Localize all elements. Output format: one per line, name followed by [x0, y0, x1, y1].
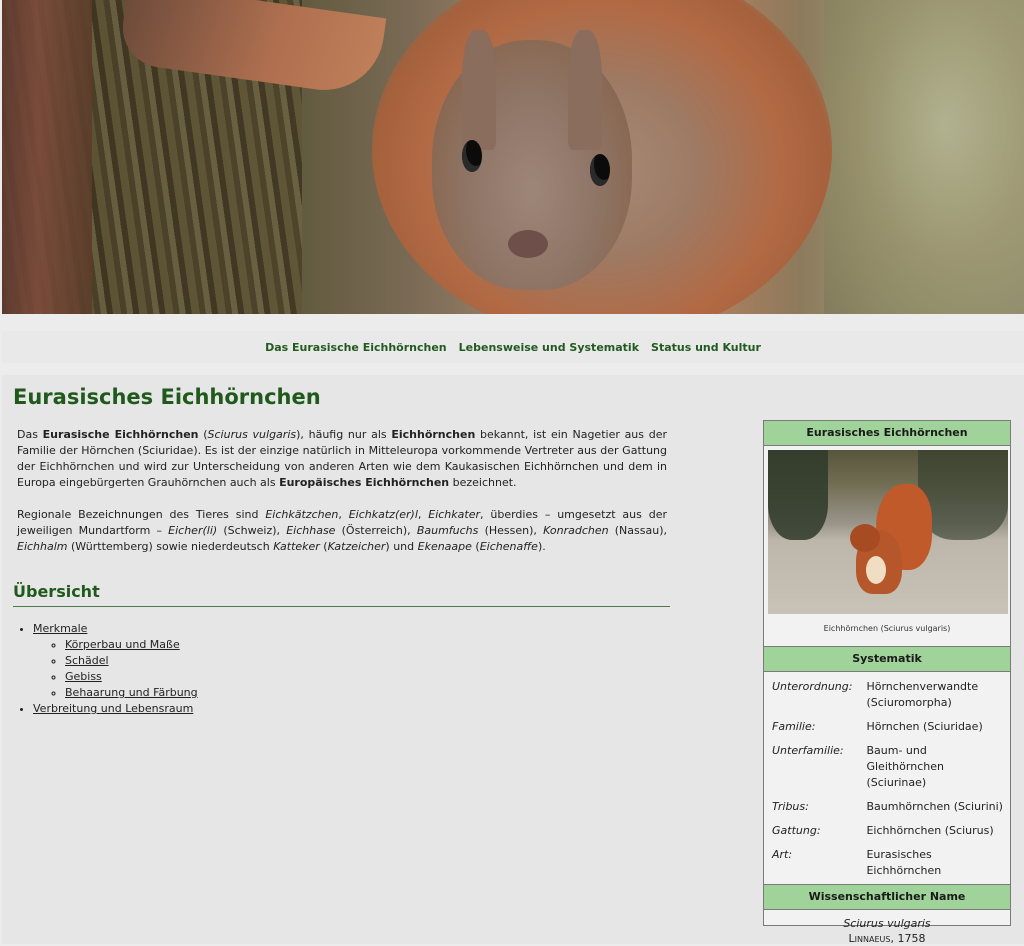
- italic-term: Eichkätzchen: [265, 508, 339, 521]
- photo-caption: Eichhörnchen (Sciurus vulgaris): [823, 624, 951, 633]
- text-run: (Württemberg) sowie niederdeutsch: [67, 540, 274, 553]
- nav-link-status-kultur[interactable]: Status und Kultur: [651, 341, 761, 354]
- squirrel-eye-left: [462, 140, 482, 172]
- scientific-name-heading: Wissenschaftlicher Name: [764, 884, 1010, 910]
- table-of-contents: Merkmale Körperbau und Maße Schädel Gebi…: [20, 621, 198, 717]
- blurred-background: [824, 0, 1024, 314]
- text-run: ) und: [385, 540, 418, 553]
- taxonomy-key: Tribus:: [772, 800, 809, 813]
- text-run: bezeichnet.: [449, 476, 517, 489]
- intro-text: Das Eurasische Eichhörnchen (Sciurus vul…: [17, 427, 667, 571]
- italic-term: Eichkater: [428, 508, 480, 521]
- italic-term: Eichkatz(er)l: [348, 508, 418, 521]
- nav-link-lebensweise-systematik[interactable]: Lebensweise und Systematik: [459, 341, 639, 354]
- toc-subitem: Gebiss: [65, 669, 198, 685]
- taxonomy-value: Hörnchenverwandte (Sciuromorpha): [866, 680, 979, 709]
- taxonomy-row: Unterordnung: Hörnchenverwandte (Sciuromo…: [764, 676, 1010, 716]
- toc-link-merkmale[interactable]: Merkmale: [33, 622, 87, 635]
- taxonomy-key: Art:: [772, 848, 793, 861]
- text-run: ), häufig nur als: [296, 428, 392, 441]
- italic-term: Katteker: [273, 540, 320, 553]
- italic-term: Eichhalm: [17, 540, 68, 553]
- text-run: (Schweiz),: [217, 524, 287, 537]
- text-run: ,: [338, 508, 349, 521]
- text-run: Das: [17, 428, 43, 441]
- taxonomy-row: Unterfamilie: Baum- und Gleithörnchen (Sc…: [764, 740, 1010, 796]
- bold-term: Eichhörnchen: [391, 428, 476, 441]
- italic-term: Eichhase: [286, 524, 336, 537]
- taxonomy-row: Gattung: Eichhörnchen (Sciurus): [764, 820, 1010, 844]
- taxonomy-value: Eichhörnchen (Sciurus): [866, 824, 994, 837]
- top-navigation: Das Eurasische Eichhörnchen Lebensweise …: [2, 331, 1024, 363]
- toc-item: Verbreitung und Lebensraum: [33, 701, 198, 717]
- toc-subitem: Schädel: [65, 653, 198, 669]
- toc-sublist: Körperbau und Maße Schädel Gebiss Behaar…: [33, 637, 198, 701]
- taxonomy-row: Familie: Hörnchen (Sciuridae): [764, 716, 1010, 740]
- intro-paragraph-1: Das Eurasische Eichhörnchen (Sciurus vul…: [17, 427, 667, 491]
- scientific-name: Sciurus vulgaris: [843, 917, 931, 930]
- squirrel-eye-right: [590, 154, 610, 186]
- text-run: Regionale Bezeichnungen des Tieres sind: [17, 508, 266, 521]
- page-title: Eurasisches Eichhörnchen: [13, 385, 321, 409]
- text-run: (Hessen),: [478, 524, 544, 537]
- header-banner-image: [2, 0, 1024, 314]
- taxonomy-table: Unterordnung: Hörnchenverwandte (Sciuromo…: [764, 676, 1010, 884]
- taxonomy-value: Baumhörnchen (Sciurini): [866, 800, 1003, 813]
- toc-subitem: Behaarung und Färbung: [65, 685, 198, 701]
- heading-divider: [13, 606, 670, 607]
- toc-item: Merkmale Körperbau und Maße Schädel Gebi…: [33, 621, 198, 701]
- taxonomy-key: Unterfamilie:: [772, 744, 844, 757]
- italic-term: Sciurus vulgaris: [207, 428, 297, 441]
- squirrel-ear-right: [568, 30, 602, 150]
- text-run: (Österreich),: [335, 524, 417, 537]
- toc-link-koerperbau[interactable]: Körperbau und Maße: [65, 638, 180, 651]
- squirrel-nose: [508, 230, 548, 258]
- taxonomy-value: Eurasisches Eichhörnchen: [866, 848, 942, 877]
- text-run: (: [319, 540, 328, 553]
- taxonomy-value: Hörnchen (Sciuridae): [866, 720, 983, 733]
- taxonomy-row: Tribus: Baumhörnchen (Sciurini): [764, 796, 1010, 820]
- overview-heading: Übersicht: [13, 582, 100, 601]
- italic-term: Konradchen: [543, 524, 609, 537]
- toc-subitem: Körperbau und Maße: [65, 637, 198, 653]
- italic-term: Eicher(li): [168, 524, 218, 537]
- taxonomy-key: Unterordnung:: [772, 680, 853, 693]
- taxonomy-key: Gattung:: [772, 824, 821, 837]
- italic-term: Eichenaffe: [479, 540, 538, 553]
- text-run: ,: [417, 508, 429, 521]
- italic-term: Ekenaape: [417, 540, 472, 553]
- toc-link-behaarung[interactable]: Behaarung und Färbung: [65, 686, 198, 699]
- text-run: (Nassau),: [608, 524, 667, 537]
- toc-link-schaedel[interactable]: Schädel: [65, 654, 109, 667]
- text-run: (: [198, 428, 208, 441]
- squirrel-head: [432, 30, 632, 290]
- italic-term: Baumfuchs: [416, 524, 479, 537]
- taxonomy-key: Familie:: [772, 720, 816, 733]
- scientific-name-block: Sciurus vulgaris Linnaeus, 1758: [764, 910, 1010, 946]
- species-infobox: Eurasisches Eichhörnchen Eichhörnchen (S…: [763, 420, 1011, 945]
- intro-paragraph-2: Regionale Bezeichnungen des Tieres sind …: [17, 507, 667, 555]
- infobox-title: Eurasisches Eichhörnchen: [764, 421, 1010, 446]
- systematik-heading: Systematik: [764, 646, 1010, 672]
- toc-link-gebiss[interactable]: Gebiss: [65, 670, 102, 683]
- text-run: (: [471, 540, 480, 553]
- bold-term: Eurasische Eichhörnchen: [42, 428, 199, 441]
- taxonomy-row: Art: Eurasisches Eichhörnchen: [764, 844, 1010, 884]
- bold-term: Europäisches Eichhörnchen: [279, 476, 450, 489]
- infobox-squirrel-photo[interactable]: [768, 450, 1008, 614]
- photo-squirrel-head: [850, 524, 880, 552]
- toc-link-verbreitung[interactable]: Verbreitung und Lebensraum: [33, 702, 193, 715]
- nav-link-eurasische-eichhoernchen[interactable]: Das Eurasische Eichhörnchen: [265, 341, 447, 354]
- taxonomy-value: Baum- und Gleithörnchen (Sciurinae): [866, 744, 944, 789]
- photo-tree-left: [768, 450, 828, 540]
- tree-bark-edge: [2, 0, 92, 314]
- squirrel-ear-left: [462, 30, 496, 150]
- photo-squirrel-belly: [866, 556, 886, 584]
- text-run: ).: [537, 540, 546, 553]
- italic-term: Katzeicher: [327, 540, 386, 553]
